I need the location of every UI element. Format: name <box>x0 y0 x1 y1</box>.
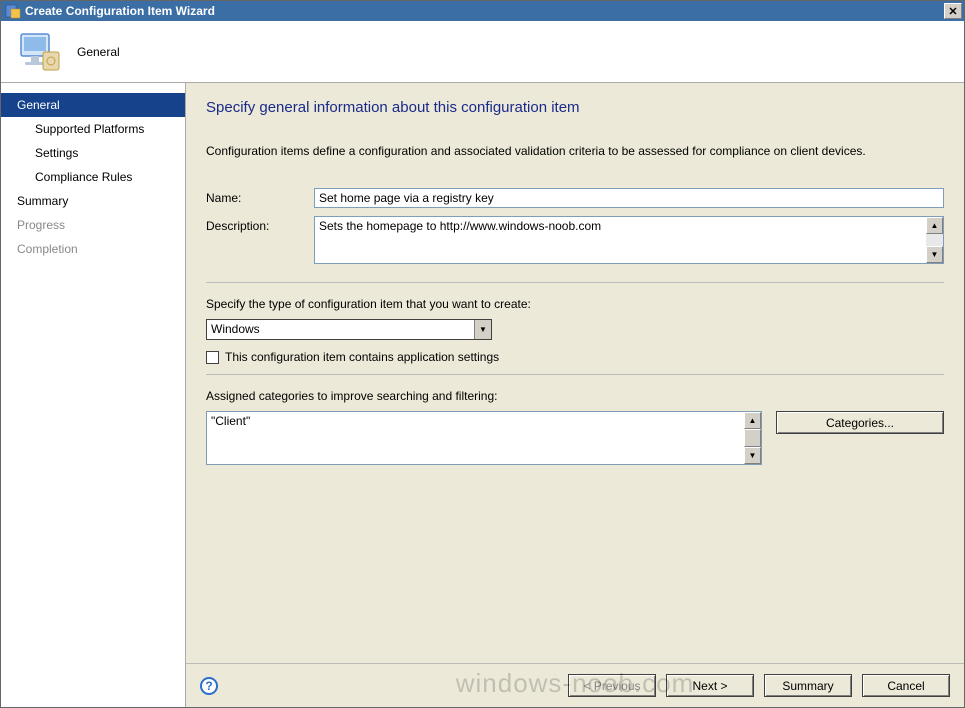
page-heading: Specify general information about this c… <box>206 99 944 116</box>
scroll-up-icon[interactable]: ▲ <box>744 412 761 429</box>
name-label: Name: <box>206 188 314 208</box>
intro-text: Configuration items define a configurati… <box>206 144 944 158</box>
nav-progress: Progress <box>1 213 185 237</box>
categories-box: "Client" ▲ ▼ <box>206 411 762 465</box>
categories-row: "Client" ▲ ▼ Categories... <box>206 411 944 465</box>
categories-scrollbar[interactable]: ▲ ▼ <box>744 412 761 464</box>
window-title: Create Configuration Item Wizard <box>25 4 944 18</box>
scroll-thumb[interactable] <box>744 429 761 447</box>
scroll-up-icon[interactable]: ▲ <box>926 217 943 234</box>
app-icon <box>5 3 21 19</box>
description-row: Description: ▲ ▼ <box>206 216 944 264</box>
description-scrollbar[interactable]: ▲ ▼ <box>926 217 943 263</box>
type-label: Specify the type of configuration item t… <box>206 297 944 311</box>
footer: ? < Previous Next > Summary Cancel <box>186 663 964 707</box>
nav-supported-platforms[interactable]: Supported Platforms <box>1 117 185 141</box>
scroll-down-icon[interactable]: ▼ <box>926 246 943 263</box>
type-value: Windows <box>207 320 474 339</box>
description-input[interactable] <box>315 217 926 263</box>
categories-button[interactable]: Categories... <box>776 411 944 434</box>
nav-compliance-rules[interactable]: Compliance Rules <box>1 165 185 189</box>
chevron-down-icon: ▼ <box>474 320 491 339</box>
categories-value[interactable]: "Client" <box>207 412 744 464</box>
banner-title: General <box>77 45 120 59</box>
name-input[interactable] <box>314 188 944 208</box>
summary-button[interactable]: Summary <box>764 674 852 697</box>
titlebar: Create Configuration Item Wizard ✕ <box>1 1 964 21</box>
description-label: Description: <box>206 216 314 264</box>
next-button[interactable]: Next > <box>666 674 754 697</box>
previous-button: < Previous <box>568 674 656 697</box>
computer-icon <box>15 28 63 76</box>
description-wrap: ▲ ▼ <box>314 216 944 264</box>
nav-settings[interactable]: Settings <box>1 141 185 165</box>
divider-2 <box>206 374 944 375</box>
nav-summary[interactable]: Summary <box>1 189 185 213</box>
body: General Supported Platforms Settings Com… <box>1 83 964 707</box>
nav-completion: Completion <box>1 237 185 261</box>
app-settings-row: This configuration item contains applica… <box>206 350 944 364</box>
app-settings-label: This configuration item contains applica… <box>225 350 499 364</box>
cancel-button[interactable]: Cancel <box>862 674 950 697</box>
app-settings-checkbox[interactable] <box>206 351 219 364</box>
sidebar: General Supported Platforms Settings Com… <box>1 83 186 707</box>
categories-label: Assigned categories to improve searching… <box>206 389 944 403</box>
type-dropdown[interactable]: Windows ▼ <box>206 319 492 340</box>
nav-general[interactable]: General <box>1 93 185 117</box>
name-row: Name: <box>206 188 944 208</box>
banner: General <box>1 21 964 83</box>
content-pane: Specify general information about this c… <box>186 83 964 707</box>
divider-1 <box>206 282 944 283</box>
scroll-down-icon[interactable]: ▼ <box>744 447 761 464</box>
help-icon[interactable]: ? <box>200 677 218 695</box>
close-icon: ✕ <box>948 5 957 18</box>
wizard-window: Create Configuration Item Wizard ✕ Gener… <box>0 0 965 708</box>
close-button[interactable]: ✕ <box>944 3 962 19</box>
